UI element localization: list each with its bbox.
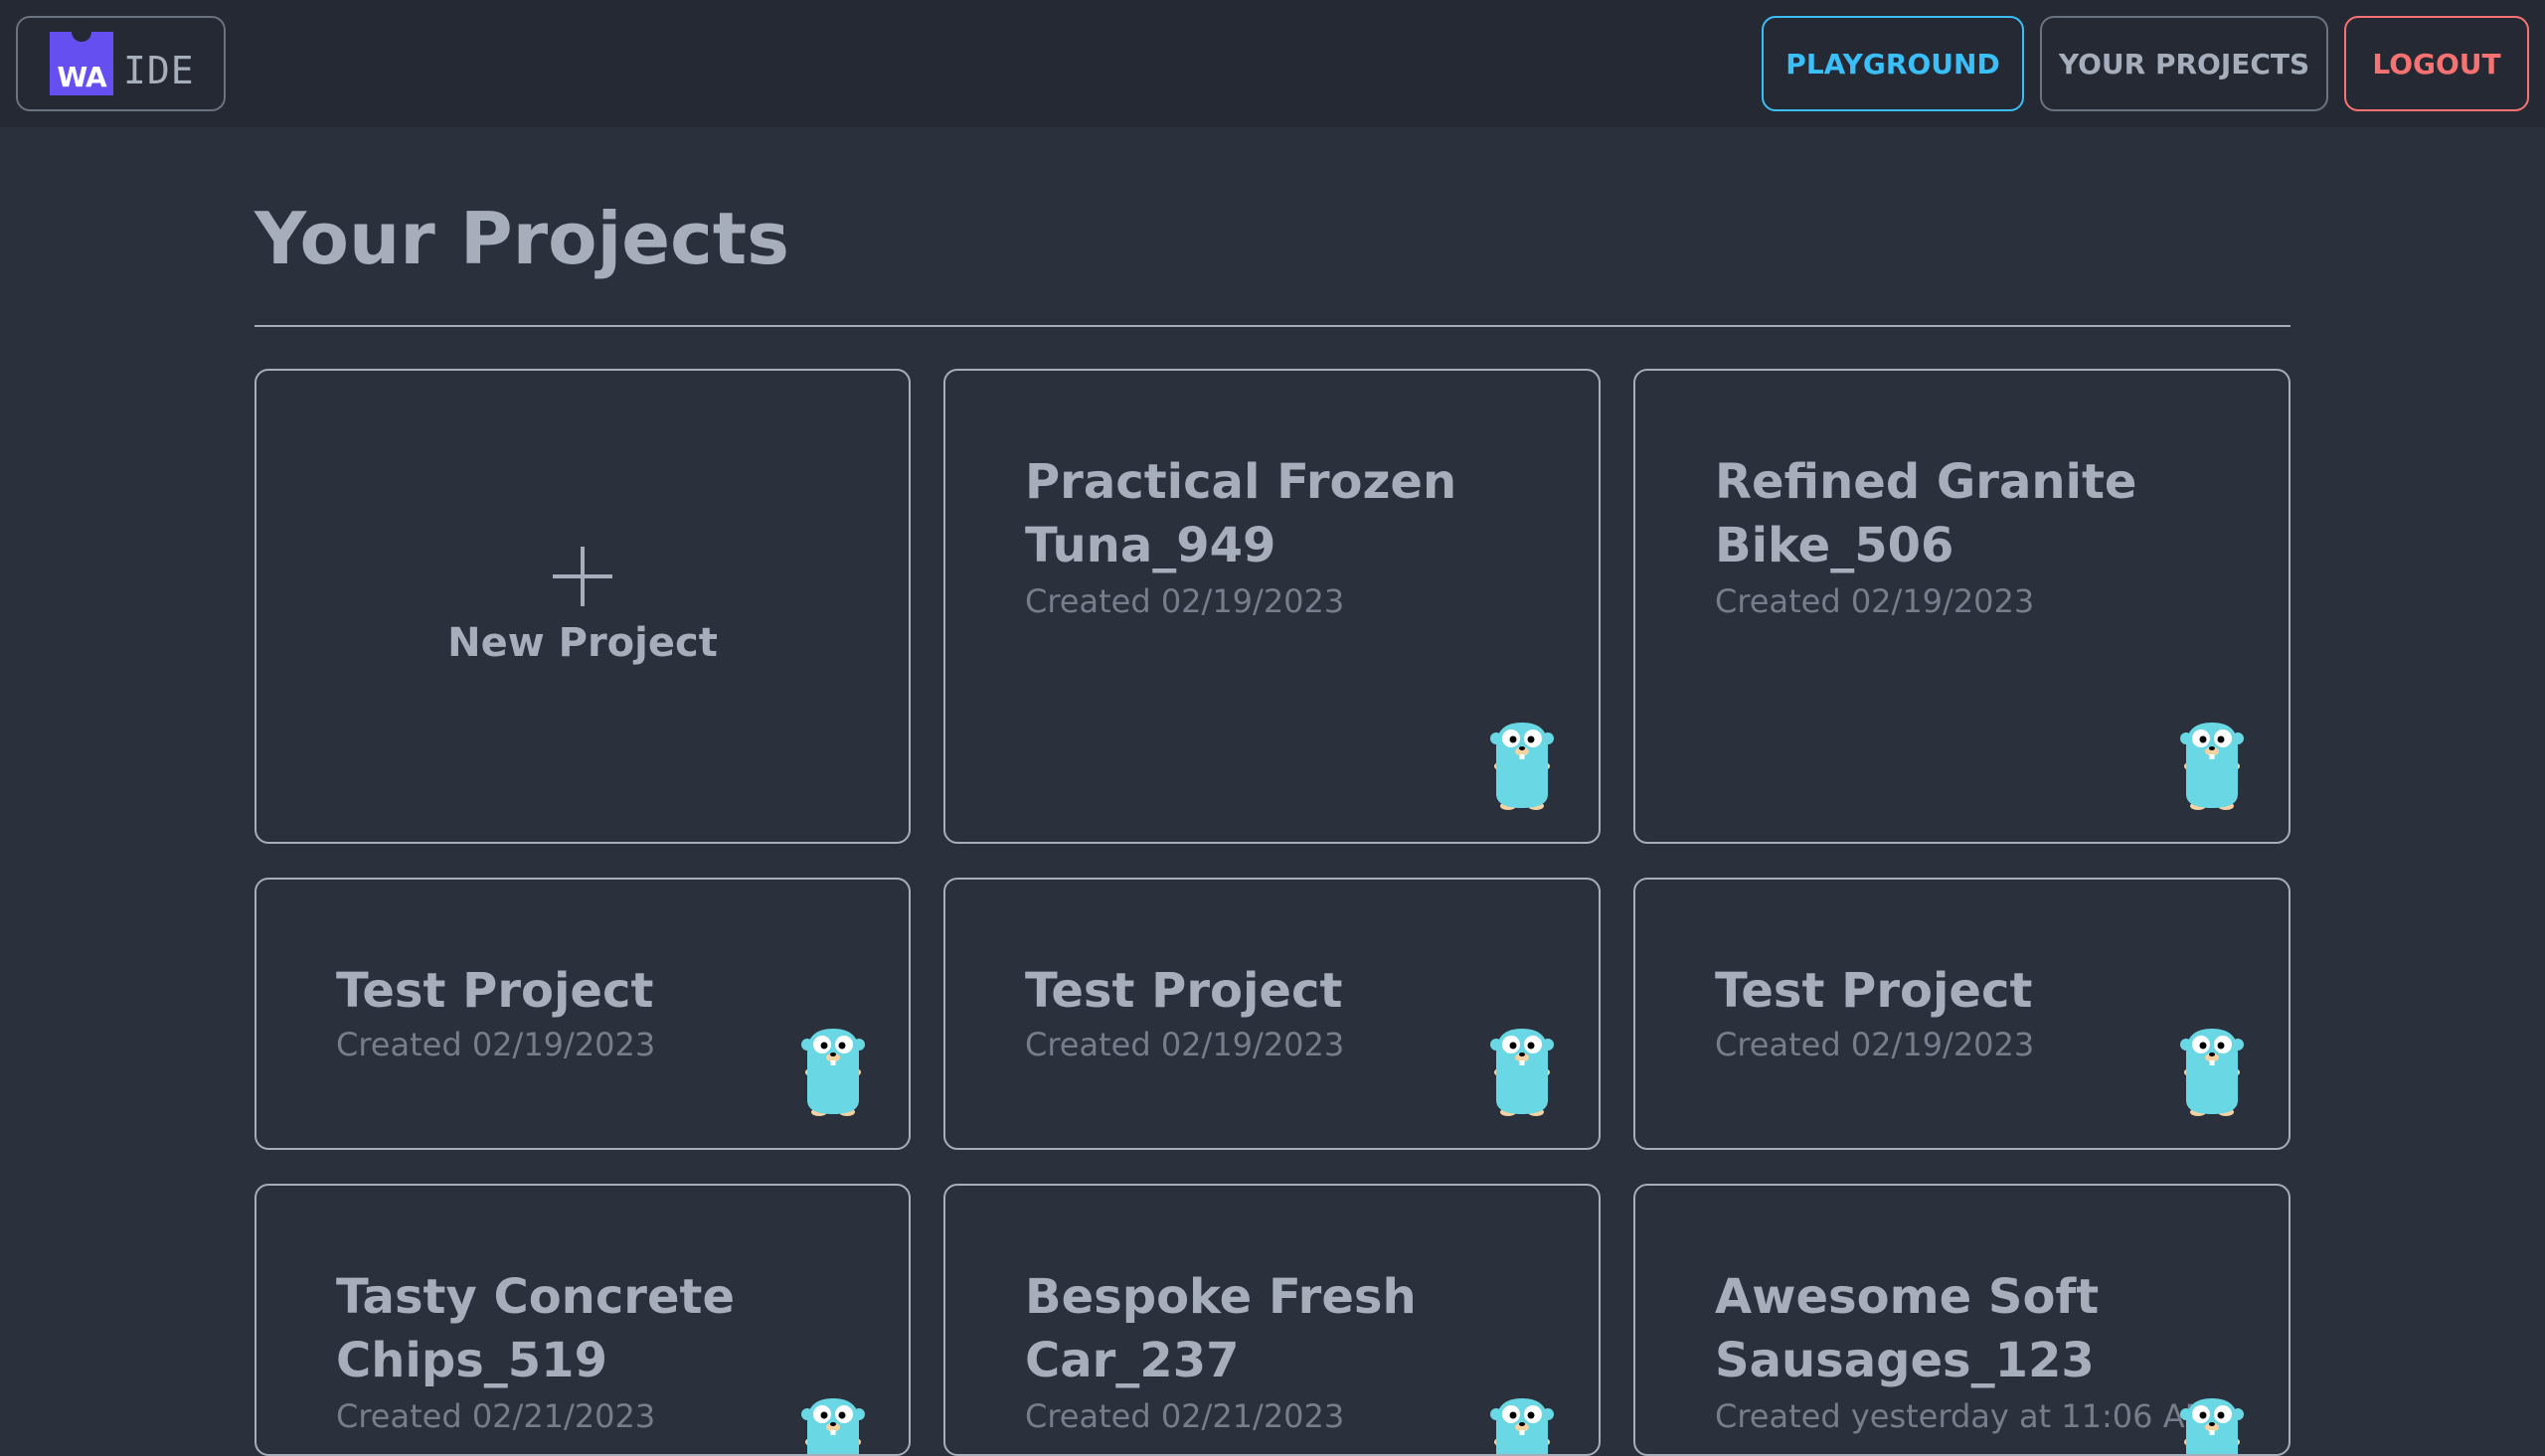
project-card[interactable]: Test Project Created 02/19/2023 <box>254 878 911 1150</box>
logo-mark-text: WA <box>57 61 106 93</box>
gopher-icon <box>1490 1398 1554 1454</box>
gopher-icon <box>2180 1398 2244 1454</box>
project-created-date: Created 02/19/2023 <box>1715 1026 2035 1063</box>
project-card[interactable]: Awesome Soft Sausages_123 Created yester… <box>1633 1184 2290 1456</box>
project-name: Test Project <box>1715 963 2033 1019</box>
project-created-date: Created 02/19/2023 <box>1025 1026 1345 1063</box>
page-title: Your Projects <box>254 197 790 280</box>
project-created-date: Created 02/21/2023 <box>336 1397 656 1435</box>
project-name: Refined Granite Bike_506 <box>1715 454 2137 573</box>
logo-text: IDE <box>123 49 195 92</box>
project-card[interactable]: Tasty Concrete Chips_519 Created 02/21/2… <box>254 1184 911 1456</box>
project-card[interactable]: Test Project Created 02/19/2023 <box>1633 878 2290 1150</box>
plus-icon <box>553 547 612 606</box>
project-name: Tasty Concrete Chips_519 <box>336 1269 736 1388</box>
project-card[interactable]: Practical Frozen Tuna_949 Created 02/19/… <box>943 369 1601 844</box>
gopher-icon <box>1490 723 1554 810</box>
gopher-icon <box>2180 723 2244 810</box>
project-name: Test Project <box>1025 963 1343 1019</box>
top-navbar: WA IDE PLAYGROUND YOUR PROJECTS LOGOUT <box>0 0 2545 127</box>
project-name: Bespoke Fresh Car_237 <box>1025 1269 1417 1388</box>
project-created-date: Created 02/21/2023 <box>1025 1397 1345 1435</box>
gopher-icon <box>801 1029 865 1116</box>
project-created-date: Created 02/19/2023 <box>1715 582 2035 620</box>
webassembly-logo-icon: WA <box>50 22 113 95</box>
wa-ide-logo[interactable]: WA IDE <box>16 16 226 111</box>
your-projects-button[interactable]: YOUR PROJECTS <box>2040 16 2328 111</box>
gopher-icon <box>801 1398 865 1454</box>
project-created-date: Created 02/19/2023 <box>1025 582 1345 620</box>
new-project-label: New Project <box>447 620 718 666</box>
playground-button[interactable]: PLAYGROUND <box>1762 16 2024 111</box>
new-project-card[interactable]: New Project <box>254 369 911 844</box>
gopher-icon <box>1490 1029 1554 1116</box>
logout-button[interactable]: LOGOUT <box>2344 16 2529 111</box>
project-name: Test Project <box>336 963 654 1019</box>
project-card[interactable]: Refined Granite Bike_506 Created 02/19/2… <box>1633 369 2290 844</box>
project-name: Practical Frozen Tuna_949 <box>1025 454 1457 573</box>
project-created-date: Created yesterday at 11:06 AM <box>1715 1397 2213 1435</box>
project-card[interactable]: Bespoke Fresh Car_237 Created 02/21/2023 <box>943 1184 1601 1456</box>
title-divider <box>254 325 2290 327</box>
gopher-icon <box>2180 1029 2244 1116</box>
project-name: Awesome Soft Sausages_123 <box>1715 1269 2100 1388</box>
project-created-date: Created 02/19/2023 <box>336 1026 656 1063</box>
project-card[interactable]: Test Project Created 02/19/2023 <box>943 878 1601 1150</box>
